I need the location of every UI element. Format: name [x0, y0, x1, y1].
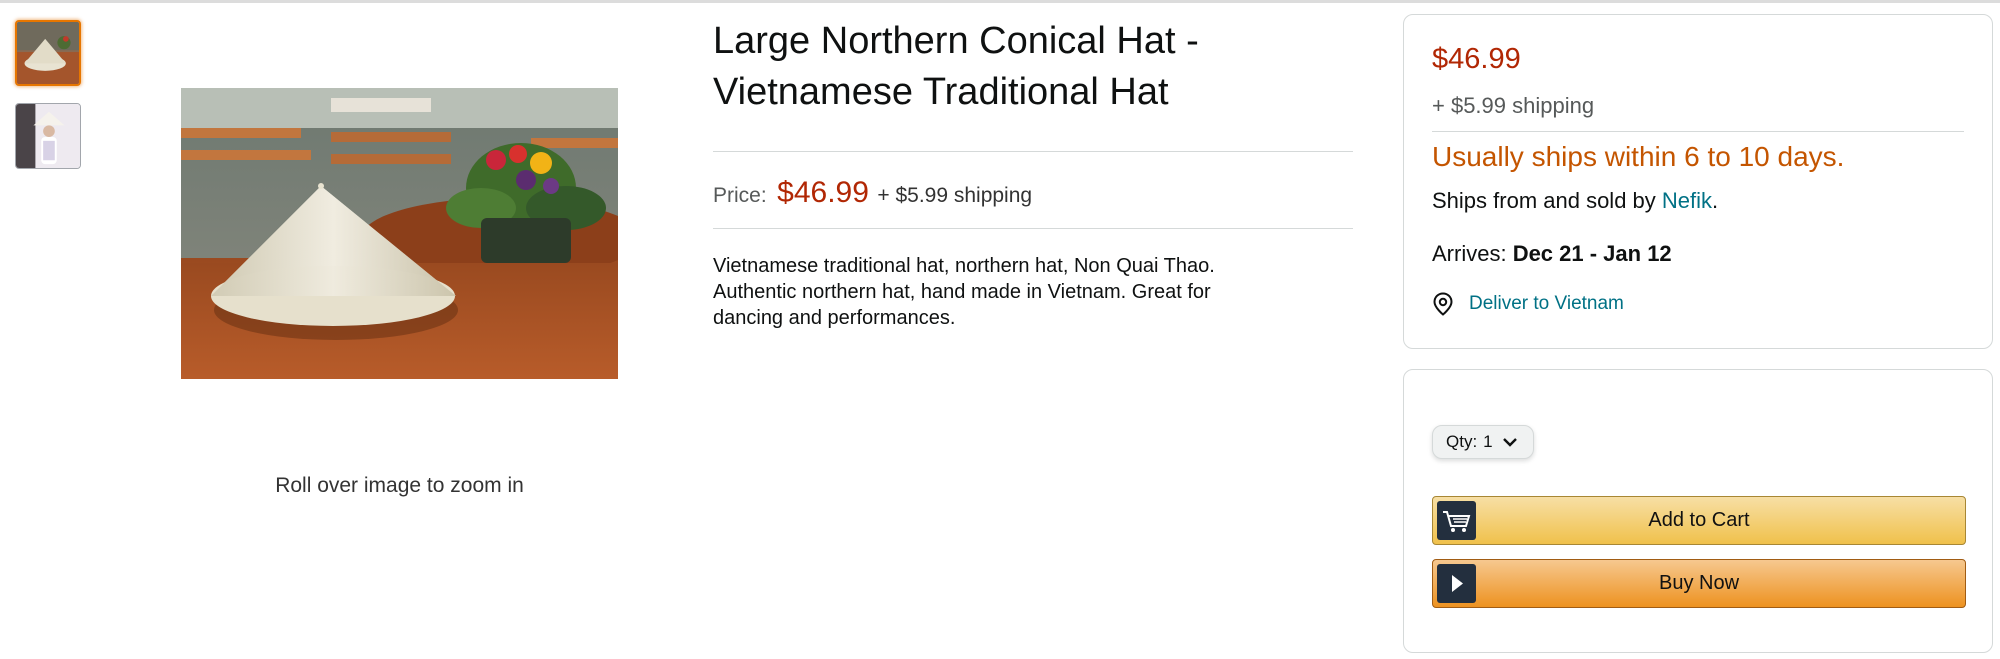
arrival-estimate: Arrives: Dec 21 - Jan 12	[1432, 241, 1672, 267]
buybox-divider	[1432, 131, 1964, 132]
main-product-image[interactable]	[181, 88, 618, 379]
hat-photo-thumbnail-icon	[17, 22, 79, 84]
add-to-cart-button[interactable]: Add to Cart	[1432, 496, 1966, 545]
offer-box: $46.99 + $5.99 shipping Usually ships wi…	[1403, 14, 1993, 349]
deliver-to-label: Deliver to Vietnam	[1469, 293, 1624, 314]
conical-hat-photo-icon	[181, 88, 618, 379]
product-shipping: + $5.99 shipping	[877, 184, 1033, 207]
buy-now-label: Buy Now	[1658, 572, 1740, 594]
buy-now-button[interactable]: Buy Now	[1432, 559, 1966, 608]
person-photo-thumbnail-icon	[16, 104, 80, 168]
product-description: Vietnamese traditional hat, northern hat…	[713, 255, 1215, 329]
product-price: $46.99	[777, 176, 869, 209]
purchase-box: Qty: 1 Add to Cart Buy Now	[1403, 369, 1993, 653]
thumbnail-person[interactable]	[15, 103, 81, 169]
price-label: Price:	[713, 184, 767, 207]
availability-text: Usually ships within 6 to 10 days.	[1432, 141, 1845, 172]
thumbnail-hat[interactable]	[15, 20, 81, 86]
qty-label: Qty:	[1446, 432, 1478, 451]
sold-by: Ships from and sold by Nefik.	[1432, 188, 1718, 214]
buybox-shipping: + $5.99 shipping	[1432, 93, 1595, 118]
zoom-hint: Roll over image to zoom in	[275, 474, 524, 497]
quantity-select[interactable]: Qty: 1	[1432, 425, 1534, 459]
qty-value: 1	[1483, 432, 1493, 451]
buybox-price: $46.99	[1432, 43, 1521, 75]
location-pin-icon	[1433, 292, 1453, 316]
title-divider	[713, 151, 1353, 152]
deliver-to-link[interactable]: Deliver to Vietnam	[1432, 292, 1624, 316]
price-row: Price: $46.99 + $5.99 shipping	[713, 176, 1032, 210]
chevron-down-icon	[1502, 438, 1517, 447]
arrives-label: Arrives:	[1432, 241, 1507, 266]
seller-link[interactable]: Nefik	[1662, 188, 1712, 213]
top-divider	[0, 0, 2000, 3]
price-divider	[713, 228, 1353, 229]
sold-by-suffix: .	[1712, 188, 1719, 213]
arrival-dates: Dec 21 - Jan 12	[1512, 241, 1672, 266]
add-to-cart-label: Add to Cart	[1648, 509, 1750, 531]
sold-by-prefix: Ships from and sold by	[1432, 188, 1662, 213]
product-title: Large Northern Conical Hat - Vietnamese …	[713, 20, 1199, 113]
